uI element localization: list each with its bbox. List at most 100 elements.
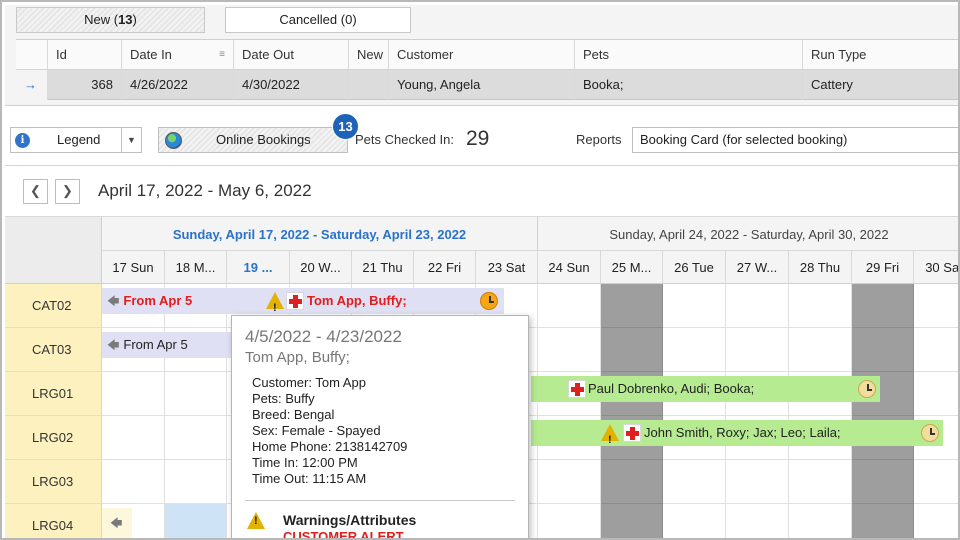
schedule-cell[interactable] — [789, 504, 852, 538]
schedule-cell[interactable] — [914, 328, 958, 372]
schedule-cell[interactable] — [102, 460, 165, 504]
legend-button[interactable]: i Legend — [10, 127, 122, 153]
schedule-cell[interactable] — [538, 460, 601, 504]
schedule-cell[interactable] — [663, 504, 726, 538]
schedule-cell[interactable] — [663, 328, 726, 372]
day-header[interactable]: 24 Sun — [538, 251, 601, 284]
column-header-date-in[interactable]: Date In ≡ — [122, 40, 234, 70]
day-header[interactable]: 23 Sat — [476, 251, 538, 284]
appointment-tooltip: 4/5/2022 - 4/23/2022 Tom App, Buffy; Cus… — [231, 315, 529, 538]
appointment-cat02[interactable]: 🡄From Apr 5 Tom App, Buffy; — [102, 288, 504, 314]
column-header-pets[interactable]: Pets — [575, 40, 803, 70]
reports-select[interactable]: Booking Card (for selected booking) — [632, 127, 958, 153]
resource-label[interactable]: LRG04 — [5, 504, 102, 538]
tooltip-time-in: Time In: 12:00 PM — [252, 455, 358, 470]
chevron-left-icon: ❮ — [30, 183, 41, 198]
day-header[interactable]: 27 W... — [726, 251, 789, 284]
resource-label[interactable]: LRG02 — [5, 416, 102, 460]
schedule-cell[interactable] — [914, 460, 958, 504]
appointment-lrg02[interactable]: John Smith, Roxy; Jax; Leo; Laila; — [531, 420, 943, 446]
schedule-cell[interactable] — [102, 372, 165, 416]
schedule-cell[interactable] — [726, 504, 789, 538]
day-header[interactable]: 26 Tue — [663, 251, 726, 284]
schedule-cell[interactable] — [165, 372, 227, 416]
appointment-cat02-name: Tom App, Buffy; — [307, 293, 407, 308]
schedule-cell[interactable] — [726, 460, 789, 504]
next-range-button[interactable]: ❯ — [55, 179, 80, 204]
day-header[interactable]: 22 Fri — [414, 251, 476, 284]
schedule-cell[interactable] — [538, 328, 601, 372]
cell-id: 368 — [48, 70, 122, 100]
schedule-cell[interactable] — [726, 328, 789, 372]
schedule-cell[interactable] — [663, 460, 726, 504]
resource-label[interactable]: CAT02 — [5, 284, 102, 328]
day-header[interactable]: 30 Sat — [914, 251, 958, 284]
appointment-cat03[interactable]: 🡄 From Apr 5 — [102, 332, 232, 358]
schedule-cell[interactable] — [165, 460, 227, 504]
online-bookings-button[interactable]: Online Bookings — [158, 127, 348, 153]
day-header[interactable]: 17 Sun — [102, 251, 165, 284]
grid-indicator-header — [16, 40, 48, 70]
schedule-cell[interactable] — [914, 372, 958, 416]
chevron-right-icon: ❯ — [62, 183, 73, 198]
resource-label[interactable]: LRG01 — [5, 372, 102, 416]
arrow-left-icon: 🡄 — [110, 516, 123, 530]
day-header[interactable]: 18 M... — [165, 251, 227, 284]
day-header[interactable]: 19 ... — [227, 251, 290, 284]
schedule-cell[interactable] — [102, 416, 165, 460]
schedule-cell[interactable] — [852, 460, 914, 504]
day-header[interactable]: 21 Thu — [352, 251, 414, 284]
day-header[interactable]: 28 Thu — [789, 251, 852, 284]
grid-header-row: Id Date In ≡ Date Out New Customer Pets … — [16, 40, 958, 70]
schedule-cell[interactable] — [663, 284, 726, 328]
schedule-cell[interactable] — [538, 504, 601, 538]
tab-cancelled-label: Cancelled (0) — [279, 12, 357, 27]
schedule-cell[interactable] — [538, 284, 601, 328]
appointment-lrg02-name: John Smith, Roxy; Jax; Leo; Laila; — [644, 425, 841, 440]
bookings-panel: New (13) Cancelled (0) Id Date In ≡ Date… — [5, 5, 958, 106]
chevron-down-icon: ▼ — [127, 135, 136, 145]
schedule-cell[interactable] — [601, 460, 663, 504]
schedule-cell[interactable] — [165, 504, 227, 538]
resource-label[interactable]: CAT03 — [5, 328, 102, 372]
tab-new-count: 13 — [118, 12, 133, 27]
appointment-lrg01[interactable]: Paul Dobrenko, Audi; Booka; — [531, 376, 880, 402]
sort-icon: ≡ — [219, 49, 225, 60]
resource-label[interactable]: LRG03 — [5, 460, 102, 504]
schedule-cell[interactable] — [601, 504, 663, 538]
tab-cancelled[interactable]: Cancelled (0) — [225, 7, 411, 33]
schedule-cell[interactable] — [852, 504, 914, 538]
schedule-cell[interactable] — [726, 284, 789, 328]
prev-range-button[interactable]: ❮ — [23, 179, 48, 204]
column-header-new[interactable]: New — [349, 40, 389, 70]
clock-icon — [480, 292, 498, 310]
week-header-current[interactable]: Sunday, April 17, 2022 - Saturday, April… — [102, 216, 538, 251]
tooltip-names: Tom App, Buffy; — [245, 349, 350, 366]
schedule-cell[interactable] — [852, 328, 914, 372]
week-header-next[interactable]: Sunday, April 24, 2022 - Saturday, April… — [538, 216, 958, 251]
column-header-customer[interactable]: Customer — [389, 40, 575, 70]
schedule-cell[interactable] — [852, 284, 914, 328]
globe-icon — [165, 132, 182, 149]
schedule-cell[interactable] — [789, 460, 852, 504]
table-row[interactable]: → 368 4/26/2022 4/30/2022 Young, Angela … — [16, 70, 958, 100]
schedule-cell[interactable] — [165, 416, 227, 460]
day-header[interactable]: 29 Fri — [852, 251, 914, 284]
tooltip-home-phone: Home Phone: 2138142709 — [252, 439, 408, 454]
tooltip-divider — [245, 500, 515, 501]
reports-label: Reports — [576, 132, 622, 147]
column-header-date-out[interactable]: Date Out — [234, 40, 349, 70]
schedule-cell[interactable] — [601, 284, 663, 328]
day-header[interactable]: 20 W... — [290, 251, 352, 284]
schedule-cell[interactable] — [789, 284, 852, 328]
day-header[interactable]: 25 M... — [601, 251, 663, 284]
legend-dropdown-button[interactable]: ▼ — [122, 127, 142, 153]
column-header-id[interactable]: Id — [48, 40, 122, 70]
column-header-run-type[interactable]: Run Type — [803, 40, 958, 70]
schedule-cell[interactable] — [914, 504, 958, 538]
appointment-lrg04-stub[interactable]: 🡄 — [102, 508, 132, 538]
schedule-cell[interactable] — [789, 328, 852, 372]
schedule-cell[interactable] — [601, 328, 663, 372]
schedule-cell[interactable] — [914, 284, 958, 328]
tab-new[interactable]: New (13) — [16, 7, 205, 33]
